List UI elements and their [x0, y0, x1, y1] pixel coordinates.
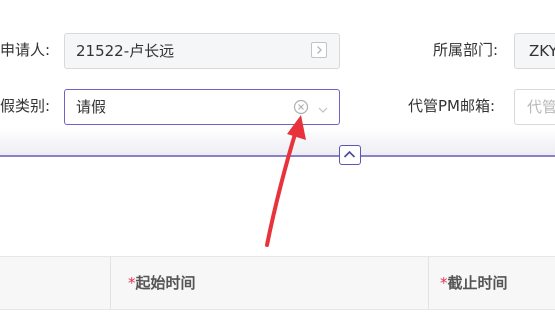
- column-header-start-time: *起始时间: [128, 257, 428, 309]
- column-separator: [428, 257, 429, 309]
- column-header-end-time: *截止时间: [440, 257, 555, 309]
- required-marker: *: [440, 274, 448, 292]
- department-field[interactable]: ZKY: [514, 33, 555, 69]
- pm-email-label: 代管PM邮箱:: [408, 97, 496, 115]
- pm-email-placeholder: 代管: [527, 98, 555, 116]
- red-arrow-annotation: [265, 115, 306, 247]
- end-time-label: 截止时间: [447, 274, 508, 292]
- leave-type-label: 假类别:: [0, 97, 51, 115]
- pm-email-input[interactable]: 代管: [514, 89, 555, 125]
- column-header-empty: [0, 257, 110, 309]
- collapse-button[interactable]: [339, 145, 361, 165]
- leave-type-value: 请假: [76, 98, 107, 116]
- required-marker: *: [128, 274, 136, 292]
- applicant-value: 21522-卢长远: [76, 42, 175, 60]
- lookup-icon[interactable]: [311, 42, 327, 58]
- department-value: ZKY: [529, 42, 555, 60]
- chevron-down-icon[interactable]: [316, 101, 330, 113]
- applicant-label: 申请人:: [0, 41, 51, 59]
- applicant-field[interactable]: 21522-卢长远: [64, 33, 340, 69]
- department-label: 所属部门:: [433, 41, 499, 59]
- table-header: *起始时间 *截止时间: [0, 256, 555, 310]
- column-separator: [110, 257, 111, 309]
- start-time-label: 起始时间: [135, 274, 196, 292]
- chevron-up-icon: [343, 150, 356, 158]
